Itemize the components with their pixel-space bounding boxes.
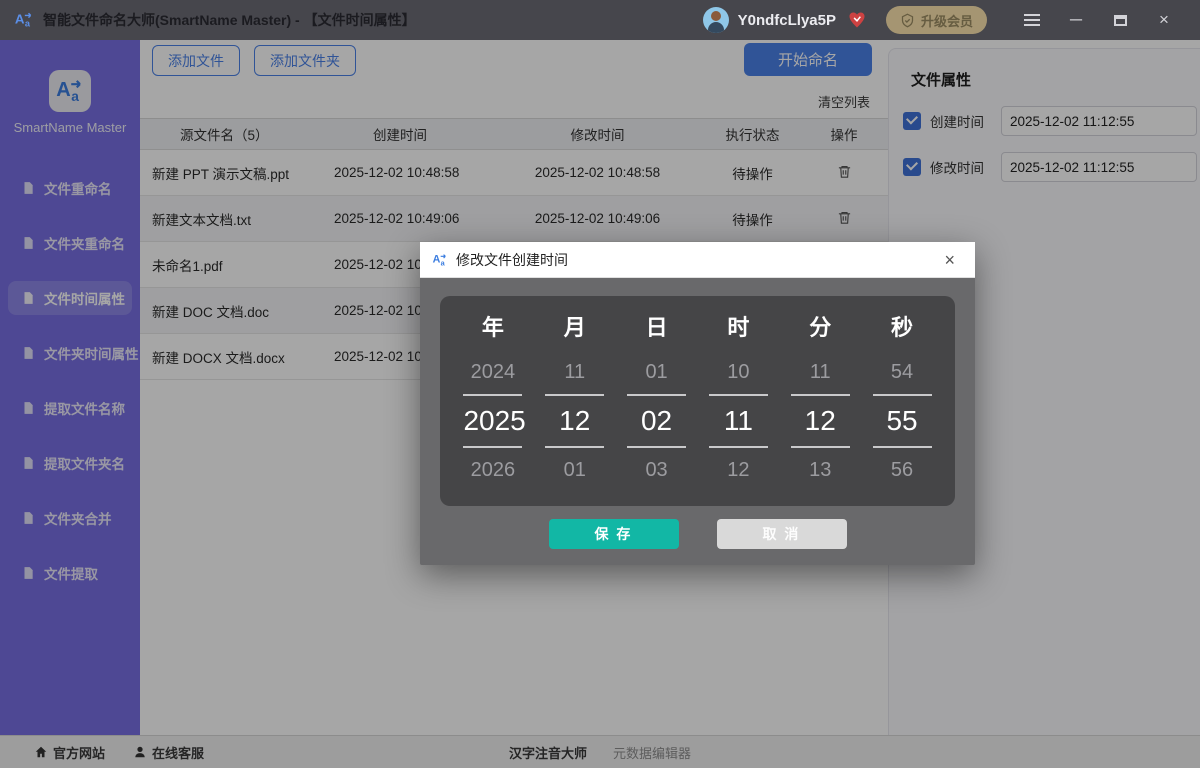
picker-column-hour: 时 10 11 12 <box>697 306 779 506</box>
svg-text:a: a <box>441 258 446 267</box>
maximize-icon[interactable] <box>1098 0 1142 40</box>
picker-header-hour: 时 <box>727 306 749 350</box>
picker-header-second: 秒 <box>891 306 913 350</box>
window-controls: ─ × <box>1010 0 1186 40</box>
picker-column-day: 日 01 02 03 <box>616 306 698 506</box>
upgrade-vip-button[interactable]: 升级会员 <box>886 6 987 34</box>
datetime-picker: 年 2024 2025 2026 月 11 12 01 日 01 02 03 时… <box>440 296 955 506</box>
cancel-button[interactable]: 取 消 <box>717 519 847 549</box>
picker-column-minute: 分 11 12 13 <box>779 306 861 506</box>
picker-selected-value[interactable]: 02 <box>641 405 672 436</box>
minimize-icon[interactable]: ─ <box>1054 0 1098 40</box>
menu-icon[interactable] <box>1010 0 1054 40</box>
app-logo-icon: A a <box>432 252 448 268</box>
upgrade-vip-label: 升级会员 <box>921 11 973 30</box>
picker-prev-value[interactable]: 01 <box>645 350 667 394</box>
dialog-title: 修改文件创建时间 <box>456 250 568 270</box>
picker-selected-box: 12 <box>791 394 850 448</box>
picker-next-value[interactable]: 56 <box>891 448 913 492</box>
picker-column-year: 年 2024 2025 2026 <box>452 306 534 506</box>
picker-next-value[interactable]: 03 <box>645 448 667 492</box>
picker-header-day: 日 <box>646 306 668 350</box>
picker-prev-value[interactable]: 11 <box>564 350 585 394</box>
picker-header-minute: 分 <box>809 306 831 350</box>
picker-next-value[interactable]: 01 <box>564 448 586 492</box>
dialog-close-icon[interactable]: × <box>936 249 963 271</box>
modify-created-time-dialog: A a 修改文件创建时间 × 年 2024 2025 2026 月 11 12 … <box>420 242 975 565</box>
vip-heart-icon <box>847 10 867 30</box>
picker-selected-value[interactable]: 55 <box>886 405 917 436</box>
picker-selected-value[interactable]: 2025 <box>463 405 525 436</box>
app-shell: A a SmartName Master 文件重命名 文件夹重命名 文件时间属性… <box>0 40 1200 768</box>
picker-prev-value[interactable]: 11 <box>810 350 831 394</box>
picker-prev-value[interactable]: 10 <box>727 350 749 394</box>
hamburger-lines <box>1024 14 1040 26</box>
picker-selected-box: 12 <box>545 394 604 448</box>
picker-selected-value[interactable]: 12 <box>559 405 590 436</box>
picker-column-second: 秒 54 55 56 <box>861 306 943 506</box>
picker-prev-value[interactable]: 54 <box>891 350 913 394</box>
badge-icon <box>900 13 915 28</box>
title-bar: A a 智能文件命名大师(SmartName Master) - 【文件时间属性… <box>0 0 1200 40</box>
user-avatar[interactable] <box>703 7 729 33</box>
close-icon[interactable]: × <box>1142 0 1186 40</box>
dialog-buttons: 保 存 取 消 <box>420 519 975 549</box>
svg-text:a: a <box>25 19 31 29</box>
app-logo-icon: A a <box>14 10 34 30</box>
picker-column-month: 月 11 12 01 <box>534 306 616 506</box>
picker-header-month: 月 <box>564 306 586 350</box>
svg-text:A: A <box>15 11 25 26</box>
dialog-header: A a 修改文件创建时间 × <box>420 242 975 278</box>
picker-prev-value[interactable]: 2024 <box>471 350 516 394</box>
picker-selected-box: 02 <box>627 394 686 448</box>
username[interactable]: Y0ndfcLlya5P <box>738 12 836 29</box>
picker-selected-box: 2025 <box>463 394 522 448</box>
picker-selected-box: 55 <box>873 394 932 448</box>
picker-selected-box: 11 <box>709 394 768 448</box>
window-title: 智能文件命名大师(SmartName Master) - 【文件时间属性】 <box>43 10 416 30</box>
maximize-glyph <box>1114 15 1127 26</box>
save-button[interactable]: 保 存 <box>549 519 679 549</box>
picker-next-value[interactable]: 12 <box>727 448 749 492</box>
svg-text:A: A <box>433 253 441 265</box>
picker-next-value[interactable]: 13 <box>809 448 831 492</box>
picker-header-year: 年 <box>482 306 504 350</box>
picker-selected-value[interactable]: 11 <box>724 405 753 436</box>
picker-selected-value[interactable]: 12 <box>805 405 836 436</box>
picker-next-value[interactable]: 2026 <box>471 448 516 492</box>
